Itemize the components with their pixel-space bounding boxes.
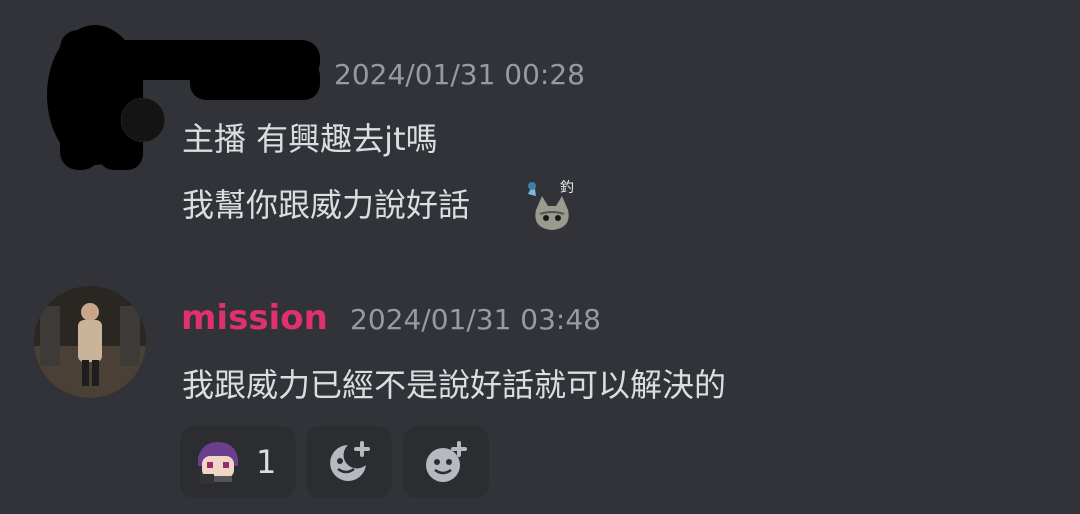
svg-text:釣: 釣 (560, 180, 574, 196)
add-super-reaction-button[interactable] (403, 426, 489, 498)
user-avatar[interactable] (34, 286, 146, 398)
reaction-count: 1 (256, 443, 277, 481)
add-reaction-button[interactable] (306, 426, 392, 498)
add-super-reaction-icon (426, 441, 467, 482)
cat-fishing-emoji: 釣 (528, 180, 574, 230)
avatar-photo-icon (34, 286, 146, 398)
add-reaction-icon (330, 441, 370, 481)
username[interactable]: mission (181, 298, 328, 338)
message-text-line: 主播 有興趣去jt嗎 (182, 120, 438, 158)
anime-avatar-emoji (198, 442, 238, 484)
message-timestamp: 2024/01/31 03:48 (350, 303, 601, 336)
message-timestamp: 2024/01/31 00:28 (334, 58, 585, 91)
reaction-anime-avatar[interactable]: 1 (180, 426, 296, 498)
message-text-line: 我跟威力已經不是說好話就可以解決的 (182, 366, 727, 404)
message-text-line: 我幫你跟威力說好話 (182, 186, 471, 224)
